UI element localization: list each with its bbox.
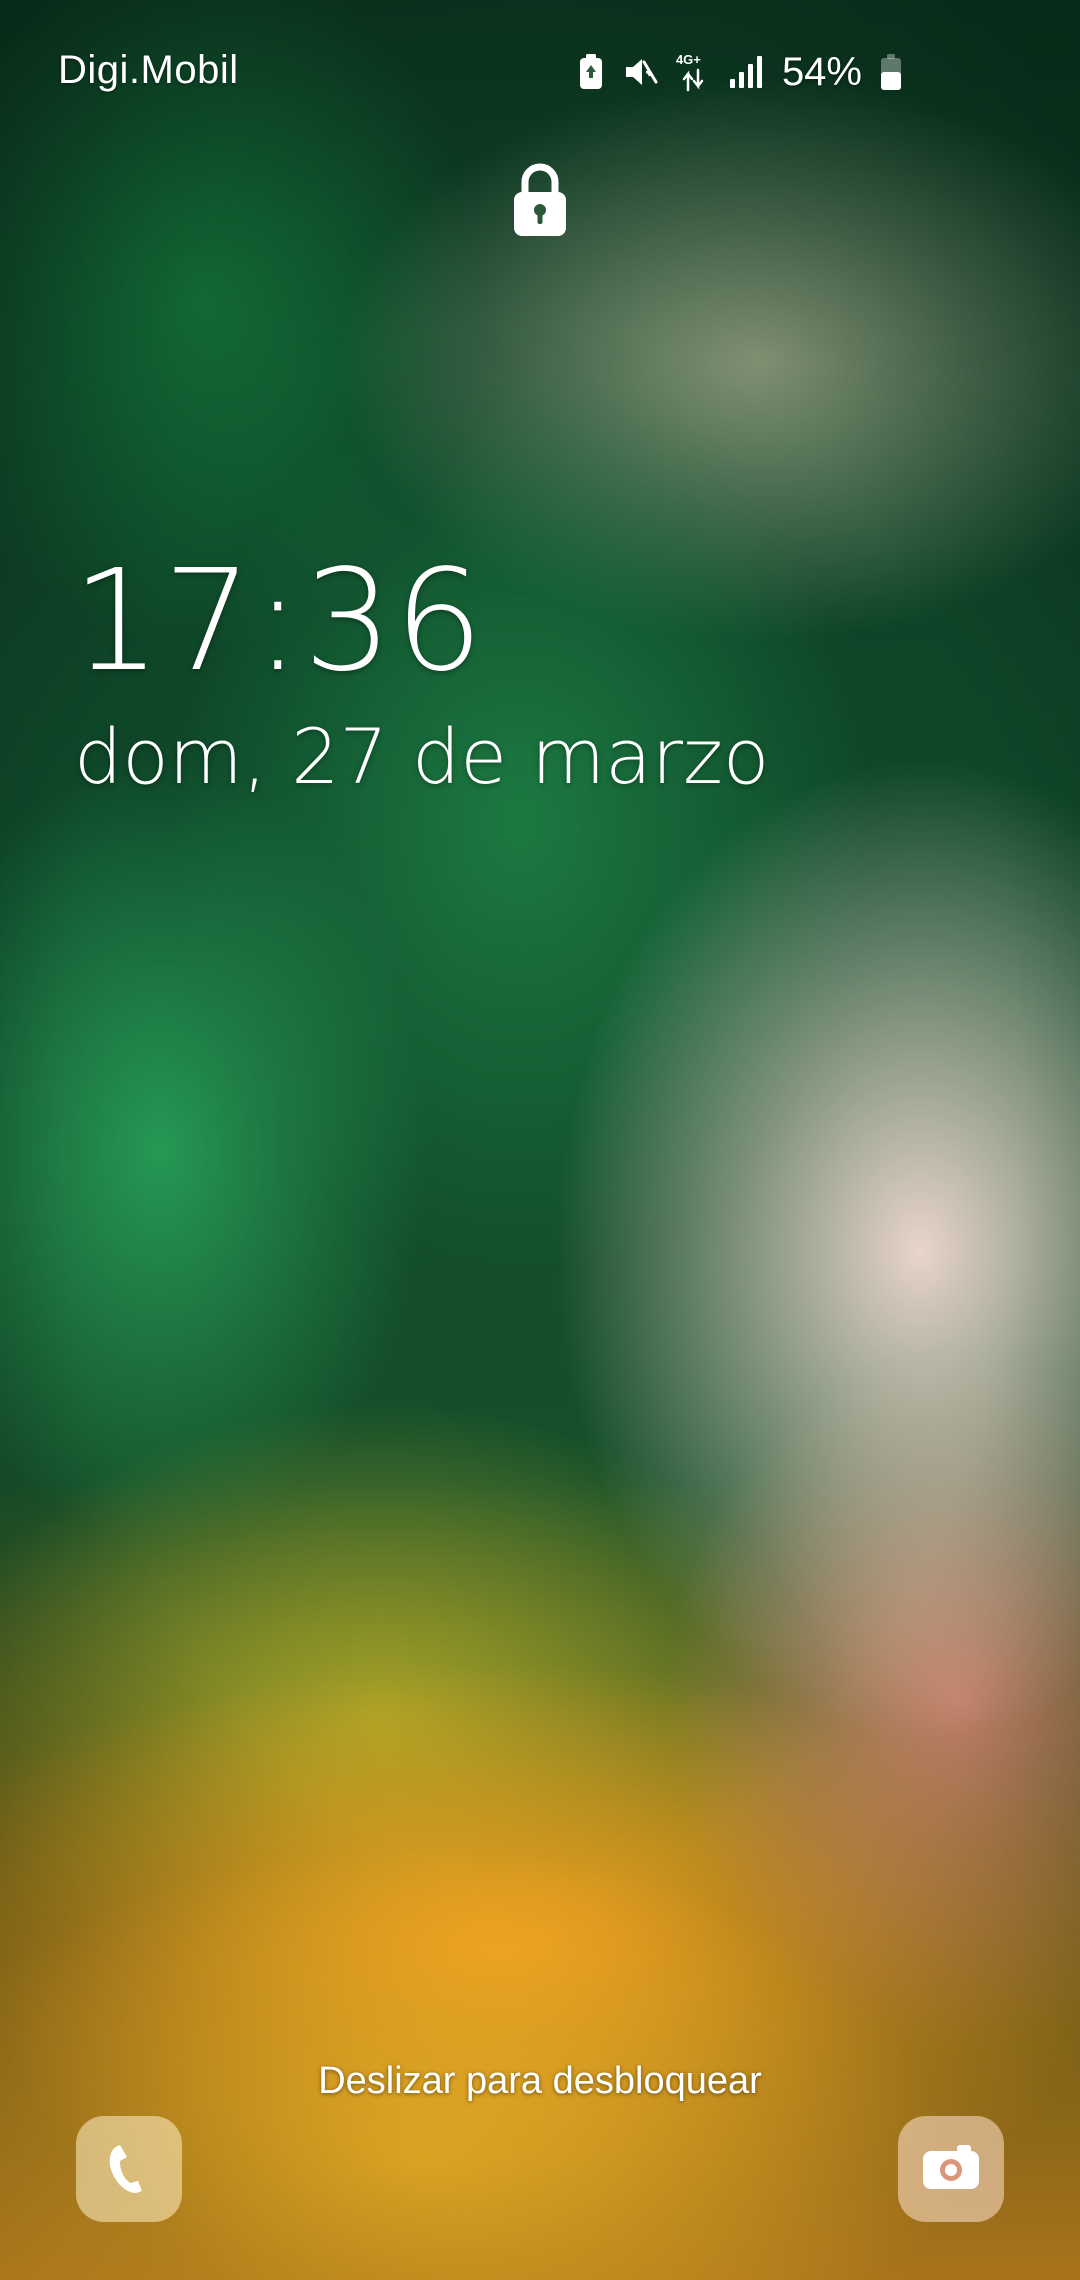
clock-time: 17:36 [72,540,486,703]
lock-icon[interactable] [512,160,568,238]
wallpaper-vignette [0,0,1080,2280]
network-type-label: 4G+ [675,52,701,67]
status-bar: Digi.Mobil 4G+ 54% [0,0,1080,140]
phone-icon [104,2139,154,2200]
unlock-hint: Deslizar para desbloquear [318,2060,762,2102]
camera-shortcut-button[interactable] [898,2116,1004,2222]
battery-saver-icon [578,53,604,91]
camera-icon [921,2143,981,2196]
phone-shortcut-button[interactable] [76,2116,182,2222]
clock-date: dom, 27 de marzo [74,712,770,801]
mute-icon [622,54,658,90]
signal-icon [728,55,764,89]
battery-icon [880,53,902,91]
carrier-name: Digi.Mobil [58,48,239,92]
status-icons: 4G+ 54% [578,50,902,94]
battery-percent: 54% [781,49,862,94]
network-4g-icon: 4G+ [676,52,710,92]
